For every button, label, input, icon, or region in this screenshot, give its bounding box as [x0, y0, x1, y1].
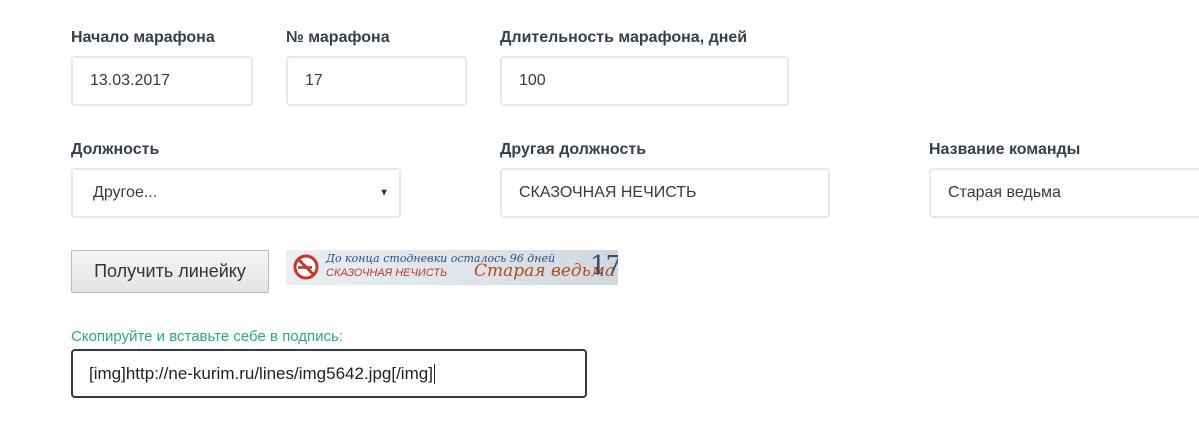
marathon-duration-label: Длительность марафона, дней [500, 29, 748, 46]
other-position-label: Другая должность [500, 141, 647, 158]
other-position-input[interactable]: СКАЗОЧНАЯ НЕЧИСТЬ [500, 168, 830, 218]
marathon-duration-value: 100 [519, 72, 546, 89]
signature-code-value: [img]http://ne-kurim.ru/lines/img5642.jp… [89, 363, 433, 383]
marathon-start-value: 13.03.2017 [90, 72, 171, 89]
chevron-down-icon: ▼ [379, 187, 389, 199]
banner-position-text: СКАЗОЧНАЯ НЕЧИСТЬ [326, 267, 448, 279]
marathon-duration-input[interactable]: 100 [500, 56, 789, 106]
marathon-number-input[interactable]: 17 [286, 56, 467, 106]
no-smoking-icon [293, 254, 319, 280]
marathon-number-value: 17 [305, 72, 323, 89]
text-caret [433, 363, 435, 384]
copy-instruction-label: Скопируйте и вставьте себе в подпись: [71, 328, 343, 345]
get-line-button[interactable]: Получить линейку [71, 250, 269, 293]
position-select[interactable]: Другое... ▼ [71, 168, 401, 218]
other-position-value: СКАЗОЧНАЯ НЕЧИСТЬ [519, 184, 697, 201]
team-name-value: Старая ведьма [948, 184, 1061, 201]
marathon-number-label: № марафона [286, 29, 390, 46]
position-label: Должность [71, 141, 160, 158]
signature-code-input[interactable]: [img]http://ne-kurim.ru/lines/img5642.jp… [71, 349, 587, 398]
signature-banner-image: До конца стодневки осталось 96 дней СКАЗ… [286, 250, 618, 285]
position-selected-value: Другое... [93, 184, 158, 201]
marathon-start-input[interactable]: 13.03.2017 [71, 56, 253, 106]
team-name-label: Название команды [929, 141, 1081, 158]
marathon-start-label: Начало марафона [71, 29, 215, 46]
team-name-input[interactable]: Старая ведьма [929, 168, 1199, 218]
banner-number-text: 17 [590, 251, 618, 281]
